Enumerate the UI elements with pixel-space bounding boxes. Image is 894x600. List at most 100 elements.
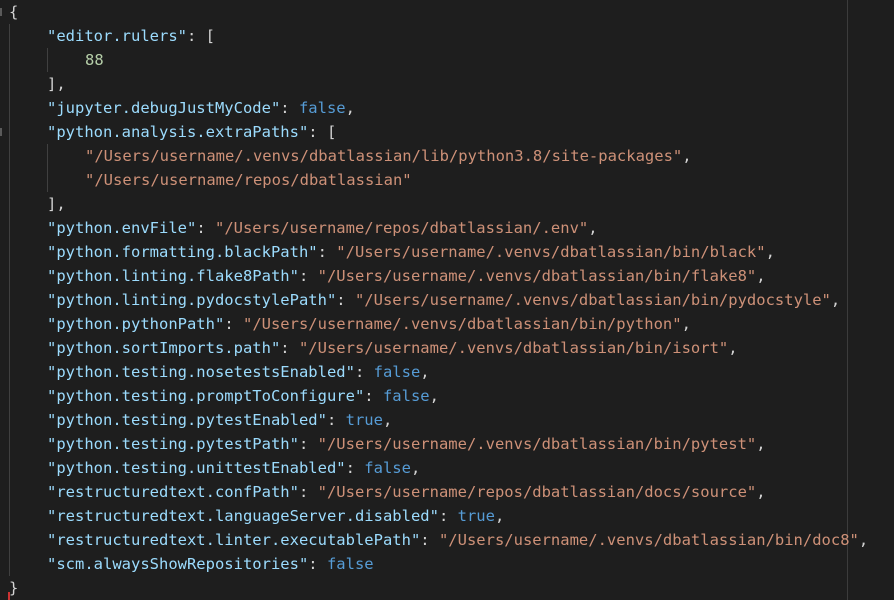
key-separator: : (196, 219, 215, 237)
setting-value: "/Users/username/.venvs/dbatlassian/bin/… (298, 339, 729, 357)
setting-key: "python.sortImports.path" (47, 339, 281, 357)
cursor-marker (8, 592, 10, 600)
code-line[interactable]: "python.testing.pytestPath": "/Users/use… (0, 432, 894, 456)
code-line[interactable]: "python.pythonPath": "/Users/username/.v… (0, 312, 894, 336)
code-line-open-brace[interactable]: { (0, 0, 894, 24)
setting-value: false (382, 387, 430, 405)
trailing-comma: , (382, 411, 393, 429)
trailing-comma: , (756, 435, 766, 453)
key-separator: : (308, 123, 327, 141)
setting-key: "python.testing.promptToConfigure" (47, 387, 365, 405)
key-separator: : (280, 339, 299, 357)
key-separator: : (364, 387, 383, 405)
trailing-comma: , (681, 315, 691, 333)
setting-value: "/Users/username/.venvs/dbatlassian/bin/… (354, 291, 831, 309)
code-line[interactable]: "python.linting.pydocstylePath": "/Users… (0, 288, 894, 312)
trailing-comma: , (682, 147, 692, 165)
code-line[interactable]: "/Users/username/repos/dbatlassian" (0, 168, 894, 192)
setting-key: "restructuredtext.confPath" (47, 483, 299, 501)
key-separator: : (345, 459, 365, 477)
code-line[interactable]: "scm.alwaysShowRepositories": false (0, 552, 894, 576)
code-line[interactable]: 88 (0, 48, 894, 72)
setting-key: "editor.rulers" (47, 27, 187, 45)
code-line-close-brace[interactable]: } (0, 576, 894, 600)
code-line[interactable]: "python.testing.pytestEnabled": true, (0, 408, 894, 432)
code-line[interactable]: ], (0, 192, 894, 216)
setting-key: "python.testing.unittestEnabled" (47, 459, 346, 477)
setting-value: ], (47, 75, 66, 93)
setting-key: "restructuredtext.languageServer.disable… (47, 507, 439, 525)
setting-value: "/Users/username/.venvs/dbatlassian/bin/… (336, 243, 766, 261)
setting-key: "restructuredtext.linter.executablePath" (47, 531, 421, 549)
code-line[interactable]: "editor.rulers": [ (0, 24, 894, 48)
setting-key: "python.pythonPath" (47, 315, 225, 333)
code-line[interactable]: "python.formatting.blackPath": "/Users/u… (0, 240, 894, 264)
setting-value: [ (326, 123, 337, 141)
setting-value: "/Users/username/.venvs/dbatlassian/bin/… (317, 267, 757, 285)
trailing-comma: , (756, 267, 766, 285)
trailing-comma: , (494, 507, 505, 525)
setting-key: "python.envFile" (47, 219, 197, 237)
fold-marker[interactable] (0, 8, 2, 16)
key-separator: : (224, 315, 243, 333)
key-separator: : (336, 291, 355, 309)
setting-value: "/Users/username/repos/dbatlassian" (85, 171, 412, 189)
key-separator: : (298, 483, 318, 501)
setting-key: "python.testing.nosetestsEnabled" (47, 363, 355, 381)
key-separator: : (280, 99, 299, 117)
setting-value: true (345, 411, 383, 429)
setting-key: "python.analysis.extraPaths" (47, 123, 309, 141)
setting-value: 88 (85, 51, 104, 69)
code-line[interactable]: "python.analysis.extraPaths": [ (0, 120, 894, 144)
code-line[interactable]: "python.envFile": "/Users/username/repos… (0, 216, 894, 240)
code-line[interactable]: "jupyter.debugJustMyCode": false, (0, 96, 894, 120)
code-line[interactable]: ], (0, 72, 894, 96)
trailing-comma: , (420, 363, 430, 381)
trailing-comma: , (830, 291, 841, 309)
key-separator: : (438, 507, 458, 525)
indent-guide (9, 24, 10, 576)
setting-value: false (326, 555, 374, 573)
setting-value: [ (205, 27, 215, 45)
close-brace: } (9, 579, 19, 597)
setting-value: "/Users/username/.venvs/dbatlassian/lib/… (85, 147, 683, 165)
trailing-comma: , (858, 531, 869, 549)
code-line[interactable]: "restructuredtext.linter.executablePath"… (0, 528, 894, 552)
key-separator: : (308, 555, 327, 573)
trailing-comma: , (756, 483, 766, 501)
trailing-comma: , (588, 219, 598, 237)
code-line[interactable]: "python.testing.promptToConfigure": fals… (0, 384, 894, 408)
code-line[interactable]: "python.testing.nosetestsEnabled": false… (0, 360, 894, 384)
code-line[interactable]: "restructuredtext.confPath": "/Users/use… (0, 480, 894, 504)
setting-value: "/Users/username/.venvs/dbatlassian/bin/… (438, 531, 859, 549)
code-lines[interactable]: { "editor.rulers": [88], "jupyter.debugJu… (0, 0, 894, 600)
setting-value: "/Users/username/.venvs/dbatlassian/bin/… (317, 435, 757, 453)
trailing-comma: , (429, 387, 439, 405)
key-separator: : (298, 435, 318, 453)
setting-key: "python.formatting.blackPath" (47, 243, 318, 261)
code-line[interactable]: "python.linting.flake8Path": "/Users/use… (0, 264, 894, 288)
setting-value: "/Users/username/repos/dbatlassian/docs/… (317, 483, 757, 501)
setting-key: "python.linting.flake8Path" (47, 267, 299, 285)
indent-guide (47, 48, 48, 72)
open-brace: { (9, 3, 19, 21)
trailing-comma: , (410, 459, 421, 477)
setting-value: "/Users/username/.venvs/dbatlassian/bin/… (242, 315, 682, 333)
code-line[interactable]: "python.testing.unittestEnabled": false, (0, 456, 894, 480)
trailing-comma: , (345, 99, 355, 117)
fold-marker[interactable] (0, 128, 2, 136)
setting-key: "python.testing.pytestEnabled" (47, 411, 327, 429)
code-line[interactable]: "restructuredtext.languageServer.disable… (0, 504, 894, 528)
code-line[interactable]: "/Users/username/.venvs/dbatlassian/lib/… (0, 144, 894, 168)
code-line[interactable]: "python.sortImports.path": "/Users/usern… (0, 336, 894, 360)
key-separator: : (186, 27, 206, 45)
code-editor[interactable]: { "editor.rulers": [88], "jupyter.debugJu… (0, 0, 894, 600)
trailing-comma: , (728, 339, 738, 357)
setting-key: "python.linting.pydocstylePath" (47, 291, 337, 309)
trailing-comma: , (765, 243, 775, 261)
indent-guide (47, 144, 48, 192)
setting-value: false (364, 459, 411, 477)
key-separator: : (420, 531, 439, 549)
setting-key: "python.testing.pytestPath" (47, 435, 299, 453)
key-separator: : (298, 267, 318, 285)
